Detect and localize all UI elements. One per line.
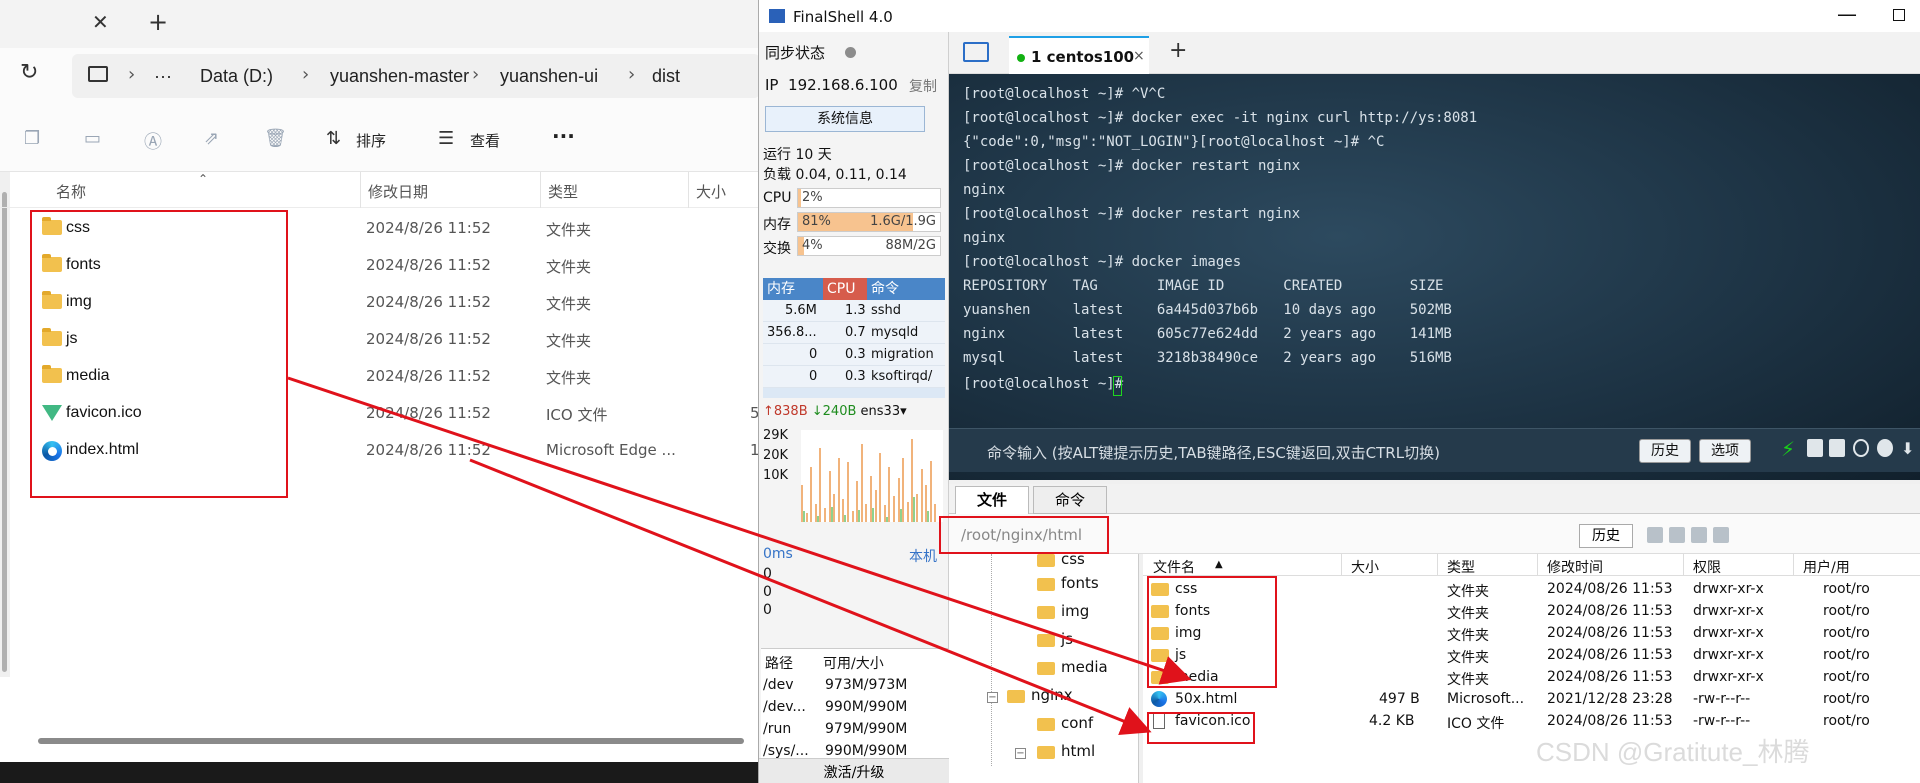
arrow-index [469,458,1152,736]
screen: ✕ + ↻ › ··· Data (D:) › yuanshen-master … [0,0,1920,783]
watermark: CSDN @Gratitute_林腾 [1536,737,1810,767]
annotation-arrows [287,376,1192,736]
arrow-folders [287,376,1192,685]
